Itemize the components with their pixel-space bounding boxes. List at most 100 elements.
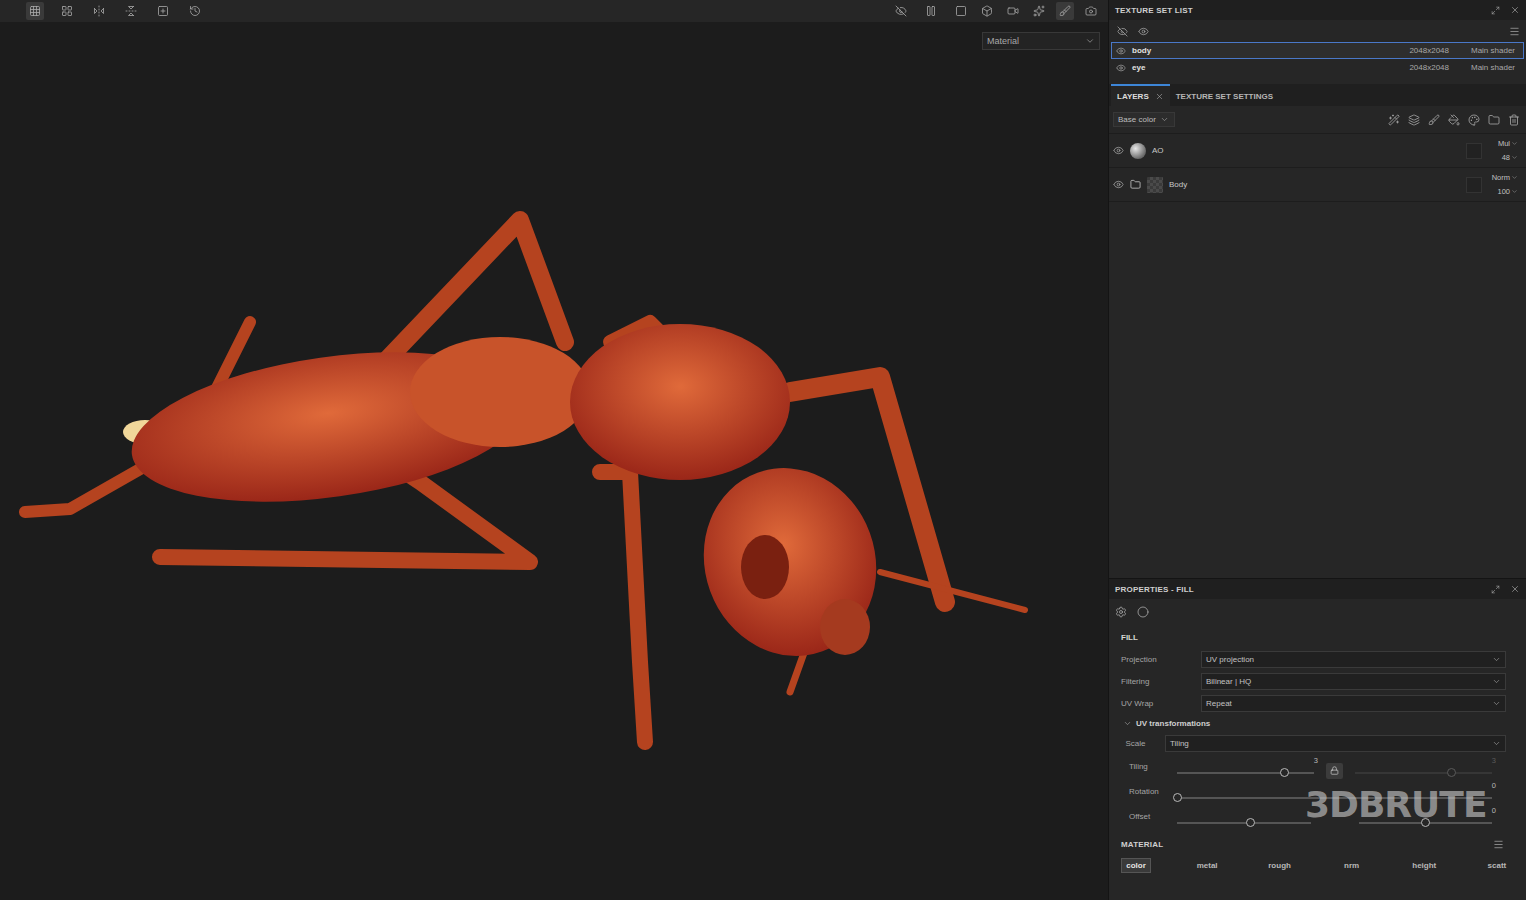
mask-slot[interactable] bbox=[1466, 177, 1482, 193]
channel-button[interactable]: scatt bbox=[1482, 858, 1512, 873]
brush-icon[interactable] bbox=[1059, 5, 1071, 17]
blend-mode[interactable]: Mul bbox=[1498, 139, 1518, 148]
properties-header: PROPERTIES - FILL bbox=[1109, 579, 1526, 599]
viewport[interactable]: Material bbox=[0, 22, 1108, 900]
chevron-down-icon[interactable] bbox=[1511, 174, 1518, 181]
field-row: FilteringBilinear | HQ bbox=[1109, 670, 1526, 692]
chevron-down-icon[interactable] bbox=[1085, 36, 1095, 46]
screenshot-icon[interactable] bbox=[1085, 5, 1097, 17]
menu-icon[interactable] bbox=[1493, 839, 1504, 850]
chevron-down-icon[interactable] bbox=[1511, 154, 1518, 161]
close-tab-icon[interactable] bbox=[1155, 92, 1164, 101]
trash-icon[interactable] bbox=[1508, 114, 1520, 126]
slider[interactable]: 3 bbox=[1173, 756, 1318, 778]
close-icon[interactable] bbox=[1510, 5, 1520, 15]
opacity[interactable]: 100 bbox=[1497, 187, 1518, 196]
maximize-icon[interactable] bbox=[1491, 585, 1500, 594]
slider-knob[interactable] bbox=[1173, 793, 1182, 802]
slider-track[interactable] bbox=[1177, 822, 1311, 824]
slider[interactable]: 0 bbox=[1173, 781, 1496, 803]
slider-track[interactable] bbox=[1177, 797, 1492, 799]
fill-layer-icon[interactable] bbox=[1448, 114, 1460, 126]
history-icon[interactable] bbox=[189, 5, 201, 17]
tab[interactable]: TEXTURE SET SETTINGS bbox=[1170, 84, 1279, 106]
top-toolbar bbox=[0, 0, 1108, 22]
layer-toolbar: Base color bbox=[1109, 106, 1526, 134]
smart-material-icon[interactable] bbox=[1468, 114, 1480, 126]
fill-settings-icon[interactable] bbox=[1115, 606, 1127, 618]
lock-icon[interactable] bbox=[1330, 766, 1339, 775]
chevron-down-icon[interactable] bbox=[1492, 677, 1501, 686]
maximize-icon[interactable] bbox=[1491, 6, 1500, 15]
channel-button[interactable]: height bbox=[1407, 858, 1441, 873]
add-mask-icon[interactable] bbox=[1408, 114, 1420, 126]
channel-button[interactable]: rough bbox=[1263, 858, 1296, 873]
slider-knob[interactable] bbox=[1447, 768, 1456, 777]
cube-icon[interactable] bbox=[981, 5, 993, 17]
uv-transformations-header[interactable]: UV transformations bbox=[1109, 714, 1526, 732]
chevron-down-icon[interactable] bbox=[1160, 115, 1169, 124]
symmetry-x-icon[interactable] bbox=[93, 5, 105, 17]
chevron-down-icon[interactable] bbox=[1492, 655, 1501, 664]
dropdown[interactable]: UV projection bbox=[1201, 651, 1506, 668]
channel-button[interactable]: nrm bbox=[1337, 858, 1367, 873]
layout-grid-icon[interactable] bbox=[61, 5, 73, 17]
eye-icon[interactable] bbox=[1113, 179, 1124, 190]
lock-button[interactable] bbox=[1326, 763, 1343, 779]
layer-row[interactable]: AOMul48 bbox=[1109, 134, 1526, 168]
field-row: UV WrapRepeat bbox=[1109, 692, 1526, 714]
add-frame-icon[interactable] bbox=[157, 5, 169, 17]
folder-icon[interactable] bbox=[1130, 179, 1141, 190]
slider[interactable] bbox=[1173, 806, 1315, 828]
beetle-render[interactable] bbox=[0, 22, 1108, 900]
slider-knob[interactable] bbox=[1246, 818, 1255, 827]
viewport-mode-dropdown[interactable]: Material bbox=[982, 32, 1100, 50]
slider-reading: 3 bbox=[1314, 756, 1318, 765]
channel-button[interactable]: metal bbox=[1192, 858, 1223, 873]
show-all-icon[interactable] bbox=[1138, 26, 1149, 37]
slider-knob[interactable] bbox=[1280, 768, 1289, 777]
slider[interactable]: 3 bbox=[1351, 756, 1496, 778]
chevron-down-icon[interactable] bbox=[1492, 699, 1501, 708]
tab[interactable]: LAYERS bbox=[1111, 84, 1170, 106]
blend-mode[interactable]: Norm bbox=[1492, 173, 1518, 182]
camera-video-icon[interactable] bbox=[1007, 5, 1019, 17]
dropdown[interactable]: Bilinear | HQ bbox=[1201, 673, 1506, 690]
eye-icon[interactable] bbox=[1116, 46, 1126, 56]
layer-row[interactable]: BodyNorm100 bbox=[1109, 168, 1526, 202]
eye-icon[interactable] bbox=[1116, 63, 1126, 73]
channel-button[interactable]: color bbox=[1121, 858, 1151, 873]
slider-track[interactable] bbox=[1359, 822, 1493, 824]
chevron-down-icon[interactable] bbox=[1511, 140, 1518, 147]
grid-icon[interactable] bbox=[29, 5, 41, 17]
close-icon[interactable] bbox=[1510, 584, 1520, 594]
folder-icon[interactable] bbox=[1488, 114, 1500, 126]
layer-thumbnail bbox=[1130, 143, 1146, 159]
mask-slot[interactable] bbox=[1466, 143, 1482, 159]
slider-knob[interactable] bbox=[1421, 818, 1430, 827]
hide-all-icon[interactable] bbox=[1117, 26, 1128, 37]
chevron-down-icon[interactable] bbox=[1511, 188, 1518, 195]
channel-dropdown[interactable]: Base color bbox=[1113, 112, 1175, 127]
opacity[interactable]: 48 bbox=[1502, 153, 1518, 162]
selection-icon[interactable] bbox=[955, 5, 967, 17]
dropdown[interactable]: Tiling bbox=[1165, 735, 1506, 752]
viewport-column: Material bbox=[0, 0, 1108, 900]
slider-track[interactable] bbox=[1355, 772, 1492, 774]
eye-icon[interactable] bbox=[1113, 145, 1124, 156]
material-icon[interactable] bbox=[1137, 606, 1149, 618]
effect-icon[interactable] bbox=[1388, 114, 1400, 126]
paint-layer-icon[interactable] bbox=[1428, 114, 1440, 126]
slider-track[interactable] bbox=[1177, 772, 1314, 774]
chevron-down-icon[interactable] bbox=[1492, 739, 1501, 748]
effects-icon[interactable] bbox=[1033, 5, 1045, 17]
symmetry-y-icon[interactable] bbox=[125, 5, 137, 17]
dropdown[interactable]: Repeat bbox=[1201, 695, 1506, 712]
slider[interactable]: 0 bbox=[1355, 806, 1497, 828]
chevron-icon[interactable] bbox=[1123, 719, 1132, 728]
texture-set-row[interactable]: eye2048x2048Main shader bbox=[1111, 59, 1524, 76]
texture-set-row[interactable]: body2048x2048Main shader bbox=[1111, 42, 1524, 59]
menu-icon[interactable] bbox=[1509, 26, 1520, 37]
hide-icon[interactable] bbox=[895, 5, 907, 17]
pause-icon[interactable] bbox=[925, 5, 937, 17]
